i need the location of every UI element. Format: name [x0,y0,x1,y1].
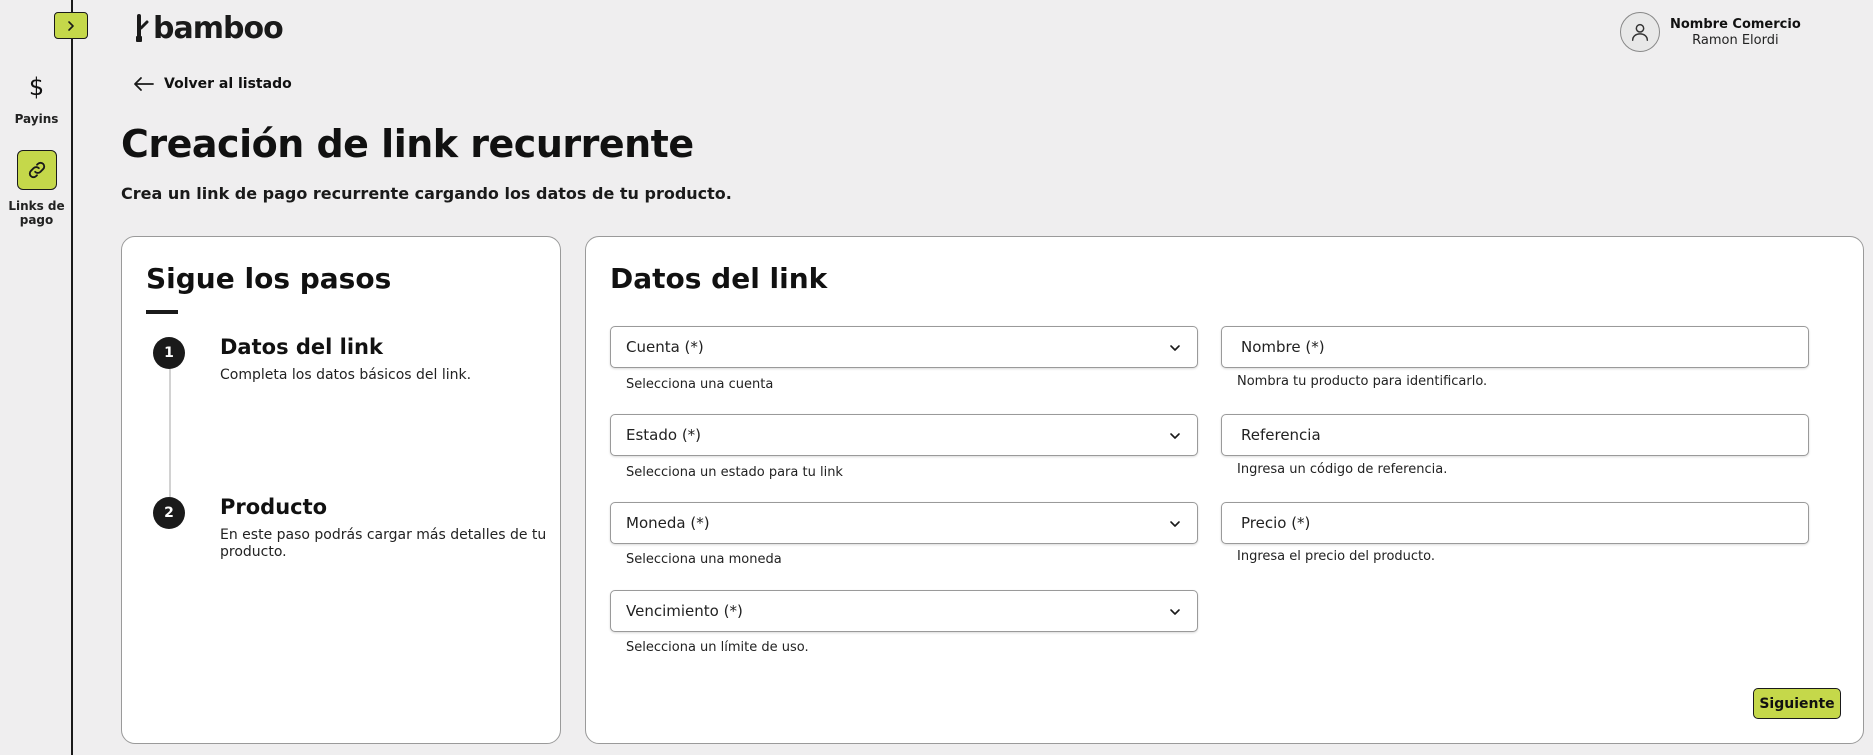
step-description: En este paso podrás cargar más detalles … [220,527,547,560]
select-label: Moneda (*) [626,514,710,532]
chevron-down-icon [1170,609,1180,615]
back-label: Volver al listado [164,76,292,92]
user-icon [1631,23,1649,41]
business-name: Nombre Comercio [1670,16,1801,32]
page-subtitle: Crea un link de pago recurrente cargando… [121,184,732,203]
nombre-input[interactable]: Nombre (*) [1221,326,1809,368]
sidebar-item-payins[interactable]: $ Payins [0,68,73,126]
step-title: Datos del link [220,335,383,359]
step-description: Completa los datos básicos del link. [220,367,472,383]
next-button[interactable]: Siguiente [1753,688,1841,719]
input-placeholder: Nombre (*) [1241,338,1325,356]
precio-hint: Ingresa el precio del producto. [1237,549,1436,564]
steps-card: Sigue los pasos 1 Datos del link Complet… [121,236,561,744]
select-label: Cuenta (*) [626,338,704,356]
chevron-down-icon [1170,433,1180,439]
moneda-select[interactable]: Moneda (*) [610,502,1198,544]
sidebar-item-label: Payins [14,112,59,126]
chevron-right-icon [68,20,74,31]
cuenta-select[interactable]: Cuenta (*) [610,326,1198,368]
dollar-icon: $ [28,73,45,101]
referencia-input[interactable]: Referencia [1221,414,1809,456]
brand-name: bamboo [153,10,284,46]
brand-logo[interactable]: bamboo [135,10,284,46]
arrow-left-icon [134,77,154,91]
back-to-list-link[interactable]: Volver al listado [133,76,292,92]
sidebar-item-label: Links de pago [8,199,65,227]
link-icon [16,150,57,190]
nombre-hint: Nombra tu producto para identificarlo. [1237,374,1488,389]
select-label: Vencimiento (*) [626,602,743,620]
chevron-down-icon [1170,345,1180,351]
sidebar: $ Payins Links de pago [0,0,73,755]
input-placeholder: Precio (*) [1241,514,1311,532]
estado-hint: Selecciona un estado para tu link [626,465,843,480]
select-label: Estado (*) [626,426,702,444]
step-number: 1 [153,337,185,369]
link-data-form: Datos del link Cuenta (*) Selecciona una… [585,236,1864,744]
step-connector [169,353,171,503]
steps-title: Sigue los pasos [146,262,392,295]
user-menu[interactable]: Nombre Comercio Ramon Elordi [1620,12,1801,52]
bamboo-logo-icon [136,14,149,42]
cuenta-hint: Selecciona una cuenta [626,377,774,392]
sidebar-toggle-button[interactable] [54,12,88,39]
avatar [1620,12,1660,52]
step-title: Producto [220,495,328,519]
vencimiento-select[interactable]: Vencimiento (*) [610,590,1198,632]
vencimiento-hint: Selecciona un límite de uso. [626,640,809,655]
title-underline [146,310,178,314]
step-number: 2 [153,497,185,529]
form-title: Datos del link [610,262,828,295]
page-title: Creación de link recurrente [121,122,694,166]
precio-input[interactable]: Precio (*) [1221,502,1809,544]
input-placeholder: Referencia [1241,426,1321,444]
user-name: Ramon Elordi [1692,32,1779,48]
moneda-hint: Selecciona una moneda [626,552,782,567]
sidebar-item-links-de-pago[interactable]: Links de pago [0,150,73,227]
chevron-down-icon [1170,521,1180,527]
referencia-hint: Ingresa un código de referencia. [1237,462,1448,477]
estado-select[interactable]: Estado (*) [610,414,1198,456]
